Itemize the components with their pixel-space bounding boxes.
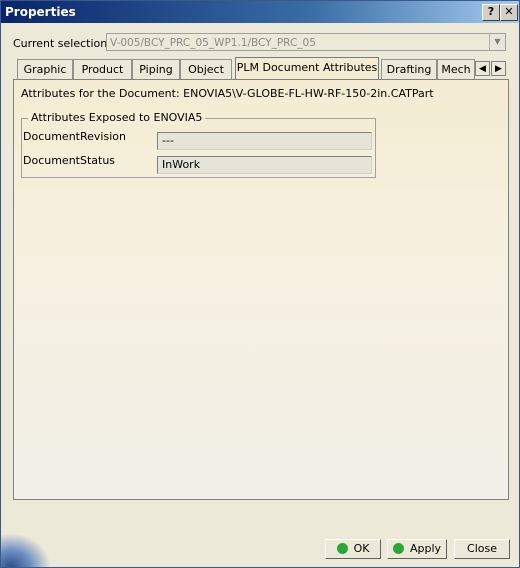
current-selection-combo[interactable]: V-005/BCY_PRC_05_WP1.1/BCY_PRC_05 ▼ xyxy=(106,33,506,51)
apply-button[interactable]: Apply xyxy=(387,539,447,559)
attributes-group: Attributes Exposed to ENOVIA5 DocumentRe… xyxy=(21,111,376,178)
tab-strip: Graphic Product Piping Object PLM Docume… xyxy=(15,57,475,79)
tab-scroll-right-icon[interactable]: ▶ xyxy=(491,61,506,76)
document-revision-field[interactable]: --- xyxy=(157,132,372,150)
tab-piping[interactable]: Piping xyxy=(132,59,180,79)
document-path-text: Attributes for the Document: ENOVIA5\V-G… xyxy=(21,87,434,100)
current-selection-label: Current selection : xyxy=(13,37,115,50)
current-selection-value: V-005/BCY_PRC_05_WP1.1/BCY_PRC_05 xyxy=(110,37,316,49)
close-button[interactable]: Close xyxy=(454,539,510,559)
document-status-field[interactable]: InWork xyxy=(157,156,372,174)
apply-icon xyxy=(392,543,404,554)
tab-product[interactable]: Product xyxy=(73,59,132,79)
attributes-group-title: Attributes Exposed to ENOVIA5 xyxy=(28,111,206,124)
tab-mech[interactable]: Mech xyxy=(437,59,475,79)
window-title: Properties xyxy=(5,5,76,19)
tab-panel: Attributes for the Document: ENOVIA5\V-G… xyxy=(13,79,509,500)
ok-button[interactable]: OK xyxy=(325,539,381,559)
document-status-label: DocumentStatus xyxy=(23,154,116,167)
properties-dialog: Properties ? ✕ Current selection : V-005… xyxy=(0,0,520,568)
help-button[interactable]: ? xyxy=(482,4,500,21)
logo-decoration xyxy=(1,533,51,567)
ok-icon xyxy=(336,543,348,554)
tab-object[interactable]: Object xyxy=(180,59,232,79)
apply-label: Apply xyxy=(409,542,442,555)
tab-plm-document-attributes[interactable]: PLM Document Attributes xyxy=(235,57,379,79)
tab-drafting[interactable]: Drafting xyxy=(381,59,437,79)
tab-scroll-left-icon[interactable]: ◀ xyxy=(475,61,490,76)
close-window-button[interactable]: ✕ xyxy=(500,4,518,21)
title-bar[interactable]: Properties ? ✕ xyxy=(1,1,519,23)
ok-label: OK xyxy=(353,542,370,555)
document-revision-label: DocumentRevision xyxy=(23,130,126,143)
chevron-down-icon[interactable]: ▼ xyxy=(489,34,505,50)
tab-graphic[interactable]: Graphic xyxy=(17,59,73,79)
